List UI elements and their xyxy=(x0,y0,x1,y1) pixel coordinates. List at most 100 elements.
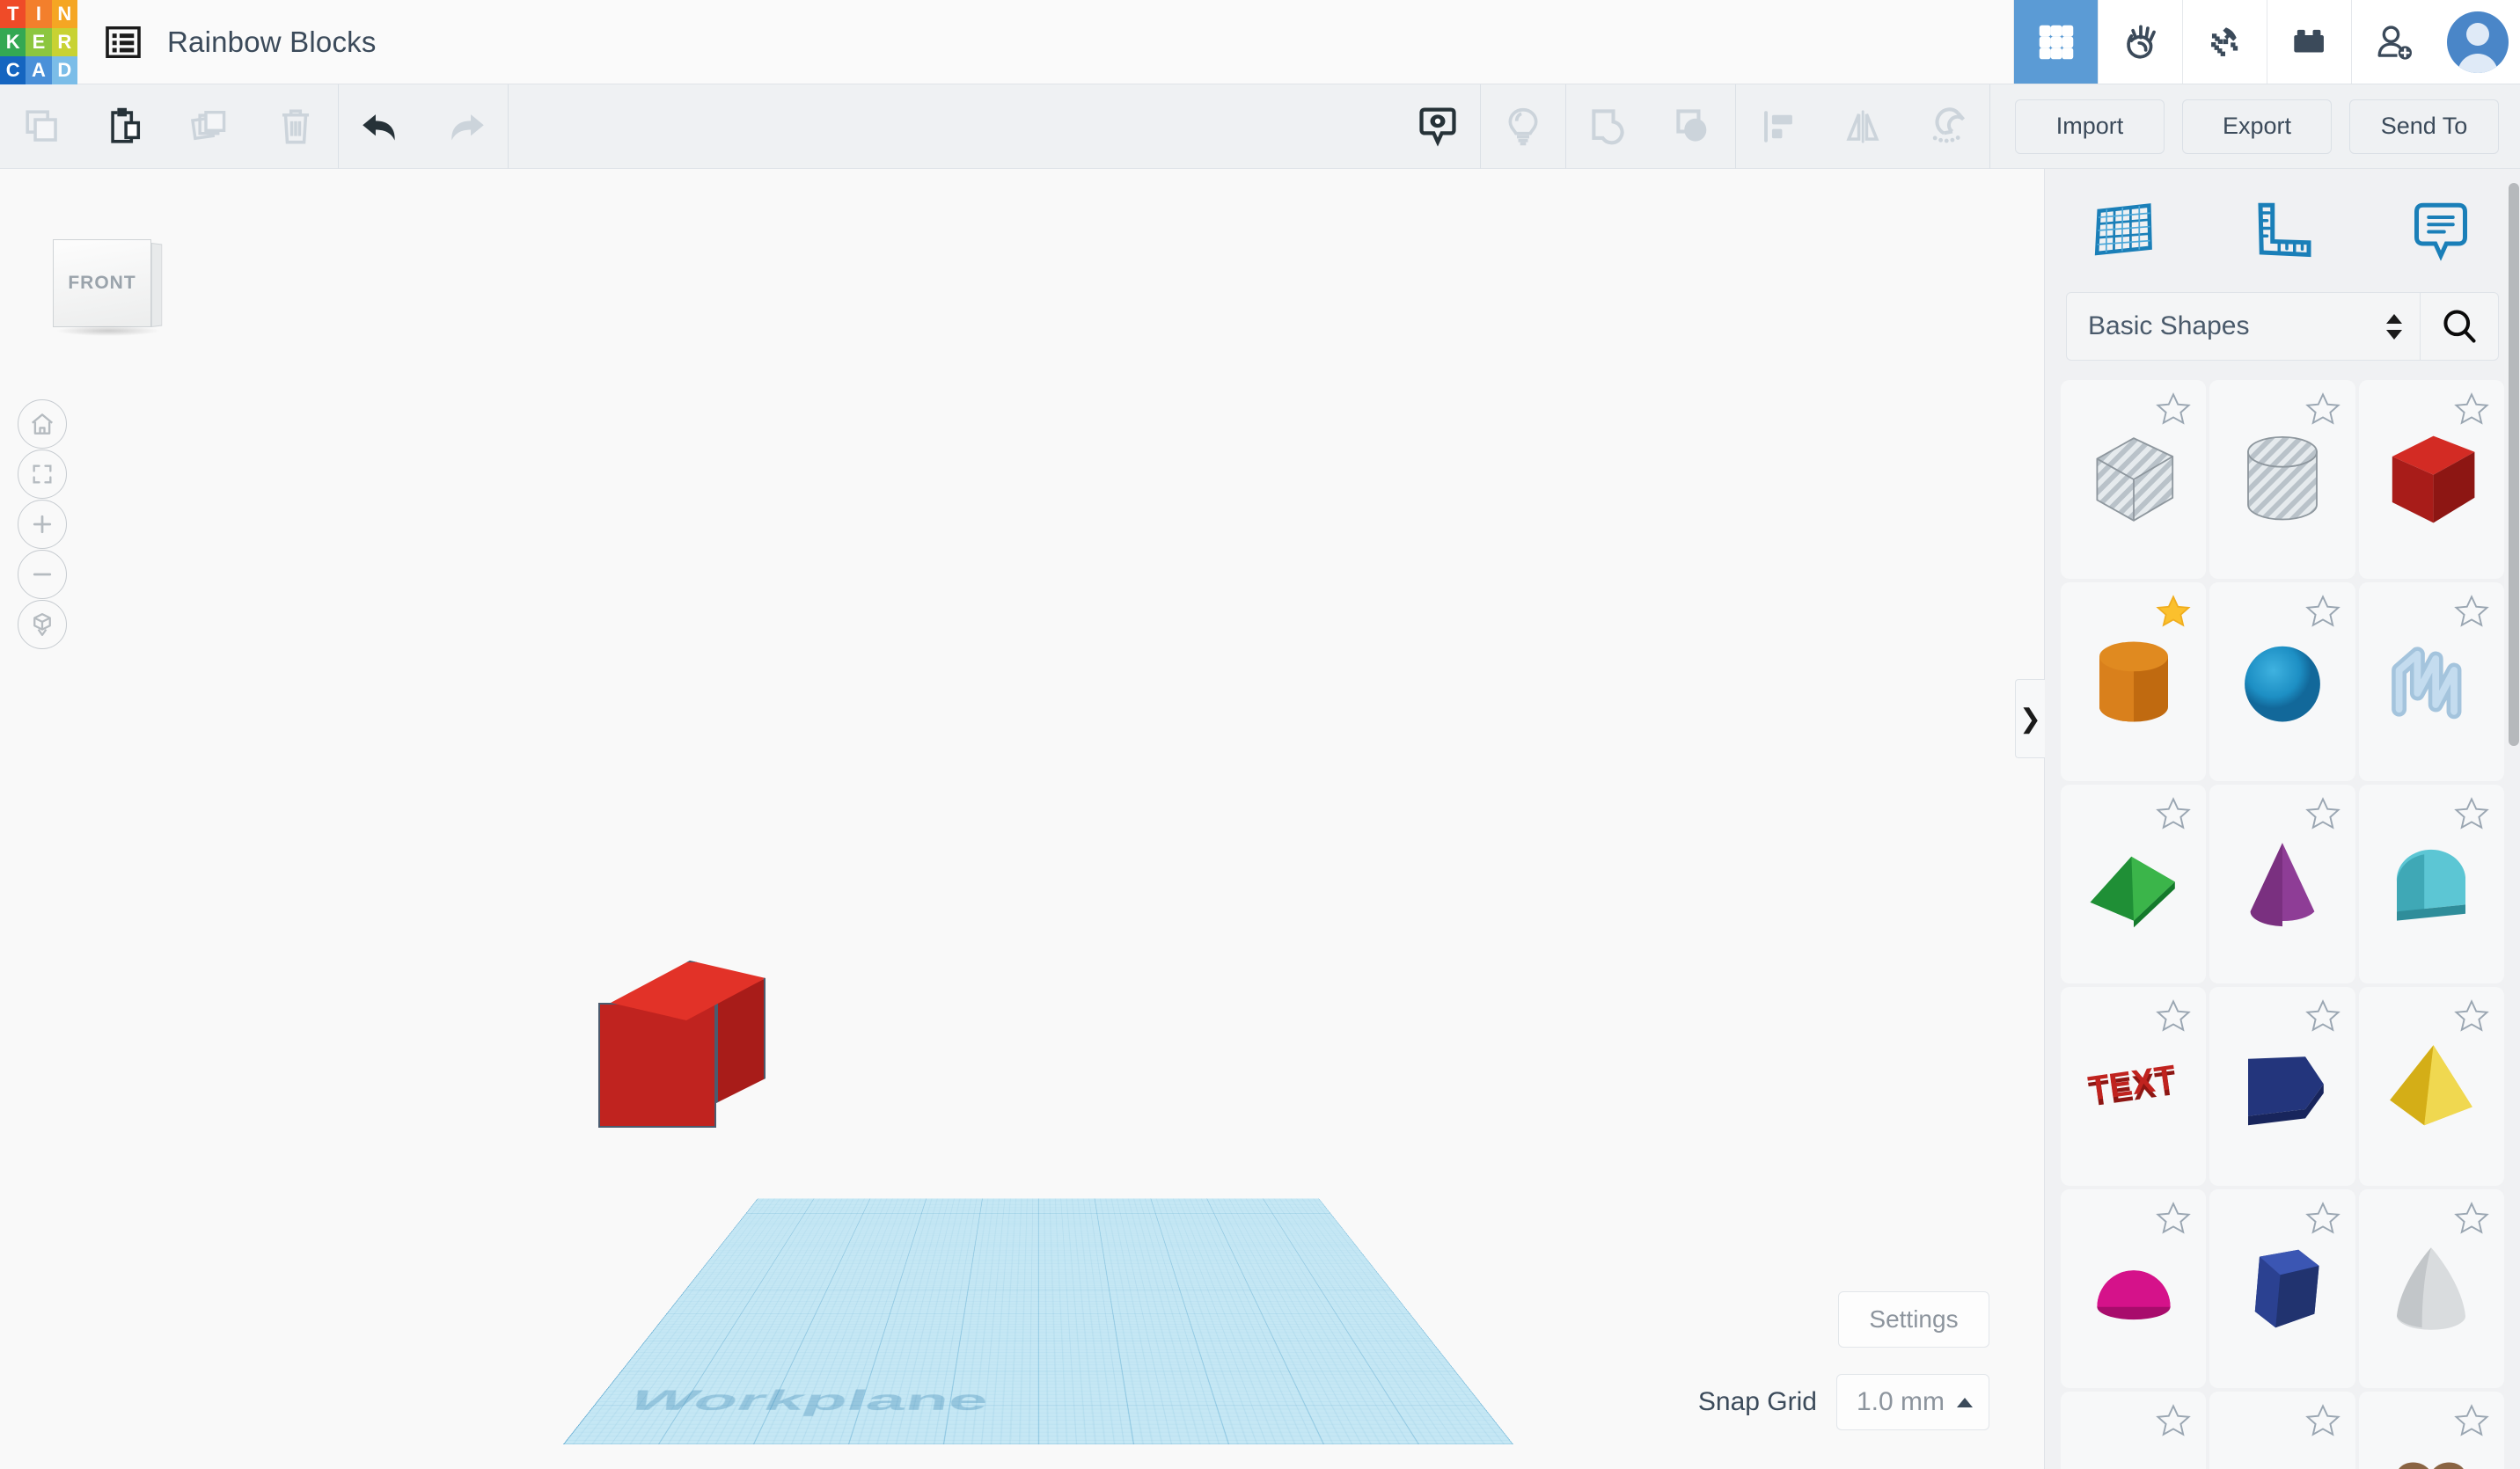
shape-library-select[interactable]: Basic Shapes xyxy=(2066,292,2420,361)
align-button[interactable] xyxy=(1736,84,1820,169)
tab-note[interactable] xyxy=(2388,182,2494,279)
shape-roof[interactable] xyxy=(2061,785,2206,983)
design-canvas[interactable]: TOP FRONT xyxy=(0,169,2044,1469)
favorite-star-icon[interactable] xyxy=(2453,1402,2490,1439)
shape-tube-ring[interactable] xyxy=(2209,1392,2355,1469)
shape-grid-wrapper[interactable]: TEXT TEXT xyxy=(2045,380,2520,1469)
favorite-star-icon[interactable] xyxy=(2304,795,2341,832)
tab-workplane[interactable] xyxy=(2071,182,2177,279)
export-button[interactable]: Export xyxy=(2182,99,2332,154)
favorite-star-icon[interactable] xyxy=(2453,593,2490,630)
logo-cell-4: E xyxy=(26,28,51,56)
favorite-star-icon[interactable] xyxy=(2155,1200,2192,1237)
favorite-star-icon[interactable] xyxy=(2453,1200,2490,1237)
panel-scrollbar-thumb[interactable] xyxy=(2509,183,2519,746)
favorite-star-icon[interactable] xyxy=(2453,998,2490,1034)
favorite-star-icon[interactable] xyxy=(2155,998,2192,1034)
favorite-star-icon-filled[interactable] xyxy=(2155,593,2192,630)
avatar[interactable] xyxy=(2436,0,2520,84)
duplicate-button[interactable] xyxy=(169,84,253,169)
header-brick-button[interactable] xyxy=(2267,0,2351,84)
favorite-star-icon[interactable] xyxy=(2304,1402,2341,1439)
paste-button[interactable] xyxy=(84,84,169,169)
workplane-grid[interactable]: Workplane xyxy=(563,1198,1513,1444)
torus-art xyxy=(2077,1434,2191,1469)
logo-cell-0: T xyxy=(0,0,26,28)
ungroup-button[interactable] xyxy=(1651,84,1735,169)
logo-cell-2: N xyxy=(52,0,77,28)
header-tool-group xyxy=(2013,0,2520,84)
delete-button[interactable] xyxy=(253,84,338,169)
shape-pyramid[interactable] xyxy=(2359,987,2504,1186)
header-grid-button[interactable] xyxy=(2013,0,2098,84)
shape-text[interactable]: TEXT TEXT xyxy=(2061,987,2206,1186)
redo-button[interactable] xyxy=(423,84,508,169)
shape-half-sphere[interactable] xyxy=(2061,1189,2206,1388)
favorite-star-icon[interactable] xyxy=(2453,795,2490,832)
undo-button[interactable] xyxy=(339,84,423,169)
snap-grid-row: Snap Grid 1.0 mm xyxy=(1698,1374,1989,1430)
text-art: TEXT TEXT xyxy=(2077,1029,2191,1144)
shape-grid: TEXT TEXT xyxy=(2045,380,2520,1469)
group-button[interactable] xyxy=(1566,84,1651,169)
magnet-snap-button[interactable] xyxy=(1905,84,1989,169)
panel-scrollbar[interactable] xyxy=(2508,169,2520,1469)
scribble-art xyxy=(2374,625,2488,739)
mirror-button[interactable] xyxy=(1820,84,1905,169)
pyramid-art xyxy=(2374,1029,2488,1144)
snap-grid-value: 1.0 mm xyxy=(1857,1387,1945,1417)
import-button[interactable]: Import xyxy=(2015,99,2165,154)
hole-lightbulb-button[interactable] xyxy=(1481,84,1565,169)
shape-box-hole[interactable] xyxy=(2061,380,2206,579)
shape-polygon[interactable] xyxy=(2209,1189,2355,1388)
shape-torus[interactable] xyxy=(2061,1392,2206,1469)
polygon-prism-art xyxy=(2225,1231,2340,1346)
app-header: T I N K E R C A D Rainbow xyxy=(0,0,2520,84)
box-front-face xyxy=(598,1003,716,1128)
header-pickaxe-button[interactable] xyxy=(2182,0,2267,84)
shape-polygon-flat[interactable] xyxy=(2209,987,2355,1186)
send-to-button[interactable]: Send To xyxy=(2349,99,2499,154)
favorite-star-icon[interactable] xyxy=(2155,1402,2192,1439)
shape-paraboloid[interactable] xyxy=(2359,1189,2504,1388)
red-box-object[interactable] xyxy=(598,961,766,1128)
cone-art xyxy=(2225,827,2340,941)
caret-up-icon xyxy=(1957,1398,1973,1407)
tinkercad-logo[interactable]: T I N K E R C A D xyxy=(0,0,77,84)
half-sphere-art xyxy=(2077,1231,2191,1346)
favorite-star-icon[interactable] xyxy=(2453,391,2490,428)
favorite-star-icon[interactable] xyxy=(2155,795,2192,832)
logo-cell-5: R xyxy=(52,28,77,56)
favorite-star-icon[interactable] xyxy=(2155,391,2192,428)
shape-cylinder[interactable] xyxy=(2061,582,2206,781)
main-toolbar: Import Export Send To xyxy=(0,84,2520,169)
shape-heart[interactable] xyxy=(2359,1392,2504,1469)
box-art xyxy=(2374,422,2488,537)
logo-cell-1: I xyxy=(26,0,51,28)
tab-ruler[interactable] xyxy=(2230,182,2335,279)
workplane-label: Workplane xyxy=(619,1385,990,1417)
cylinder-hole-art xyxy=(2225,422,2340,537)
solid-hole-button[interactable] xyxy=(1396,84,1480,169)
settings-button[interactable]: Settings xyxy=(1838,1291,1989,1348)
list-icon[interactable] xyxy=(104,23,143,62)
shape-sphere[interactable] xyxy=(2209,582,2355,781)
favorite-star-icon[interactable] xyxy=(2304,998,2341,1034)
panel-collapse-button[interactable]: ❯ xyxy=(2015,679,2045,758)
favorite-star-icon[interactable] xyxy=(2304,1200,2341,1237)
shape-box[interactable] xyxy=(2359,380,2504,579)
polygon-flat-art xyxy=(2225,1029,2340,1144)
shape-tube[interactable] xyxy=(2359,785,2504,983)
shape-scribble[interactable] xyxy=(2359,582,2504,781)
header-add-person-button[interactable] xyxy=(2351,0,2436,84)
shape-cylinder-hole[interactable] xyxy=(2209,380,2355,579)
shape-library-picker: Basic Shapes xyxy=(2045,292,2520,380)
shape-cone[interactable] xyxy=(2209,785,2355,983)
search-button[interactable] xyxy=(2420,292,2499,361)
tube-ring-art xyxy=(2225,1434,2340,1469)
copy-button[interactable] xyxy=(0,84,84,169)
favorite-star-icon[interactable] xyxy=(2304,593,2341,630)
snap-grid-select[interactable]: 1.0 mm xyxy=(1836,1374,1989,1430)
header-tinker-hand-button[interactable] xyxy=(2098,0,2182,84)
favorite-star-icon[interactable] xyxy=(2304,391,2341,428)
